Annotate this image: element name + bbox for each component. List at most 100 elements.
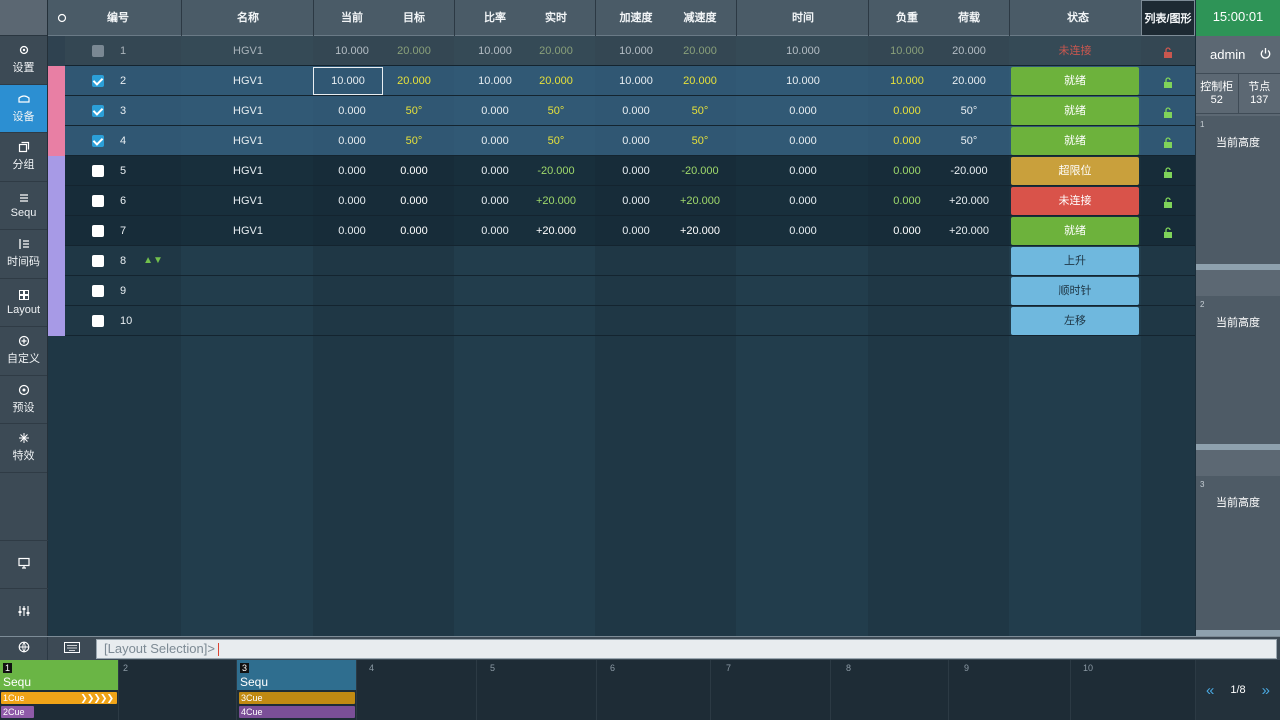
cell-current[interactable]: 10.000 [323, 36, 381, 66]
status-badge[interactable]: 就绪 [1011, 97, 1139, 125]
sidebar-item-group[interactable]: 分组 [0, 133, 47, 182]
unlocked-icon[interactable] [1163, 75, 1173, 88]
monitor-button[interactable] [0, 540, 48, 588]
row-checkbox[interactable] [92, 225, 104, 237]
row-checkbox[interactable] [92, 45, 104, 57]
height-card-number: 3 [1200, 480, 1205, 489]
cell-accel: 10.000 [619, 75, 653, 87]
table-row[interactable]: 2 HGV1 10.000 20.000 10.000 20.000 10.000 20.00… [48, 66, 1195, 96]
header-id[interactable]: 编号 [93, 0, 143, 36]
cue-item[interactable]: 2Cue [1, 706, 34, 718]
mixer-button[interactable] [0, 588, 48, 636]
header-ratio[interactable]: 比率 [466, 0, 524, 36]
status-badge[interactable]: 就绪 [1011, 217, 1139, 245]
status-badge[interactable]: 未连接 [1011, 187, 1139, 215]
prev-page-icon[interactable]: « [1206, 682, 1214, 699]
header-decel[interactable]: 减速度 [671, 0, 729, 36]
header-current[interactable]: 当前 [323, 0, 381, 36]
cue-slot-2[interactable]: 2 [119, 660, 237, 720]
header-time[interactable]: 时间 [773, 0, 833, 36]
sidebar-item-settings[interactable]: 设置 [0, 36, 47, 85]
header-status[interactable]: 状态 [1048, 0, 1108, 36]
unlocked-icon[interactable] [1163, 105, 1173, 118]
sidebar-item-effects[interactable]: 特效 [0, 424, 47, 473]
row-checkbox[interactable] [92, 105, 104, 117]
sidebar-item-layout[interactable]: Layout [0, 279, 47, 327]
cabinet-node-info: 控制柜 52 节点 137 [1196, 74, 1280, 114]
cue-slot-6[interactable]: 6 [597, 660, 711, 720]
header-payload[interactable]: 荷载 [940, 0, 998, 36]
sidebar-item-device[interactable]: 设备 [0, 84, 47, 133]
cue-slot-1[interactable]: 1 Sequ 1Cue ❯❯❯❯❯ 2Cue [0, 660, 119, 720]
sidebar-item-sequ[interactable]: Sequ [0, 182, 47, 230]
keyboard-button[interactable] [48, 637, 96, 661]
unlocked-icon[interactable] [1163, 165, 1173, 178]
table-row[interactable]: 3 HGV1 0.000 50° 0.000 50° 0.000 50° 0.000 0.000 5… [48, 96, 1195, 126]
status-badge[interactable]: 就绪 [1011, 127, 1139, 155]
header-name[interactable]: 名称 [218, 0, 278, 36]
status-badge[interactable]: 超限位 [1011, 157, 1139, 185]
status-badge[interactable]: 顺时针 [1011, 277, 1139, 305]
next-page-icon[interactable]: » [1262, 682, 1270, 699]
table-row[interactable]: 5 HGV1 0.000 0.000 0.000 -20.000 0.000 -20.000 0… [48, 156, 1195, 186]
power-icon[interactable] [1259, 47, 1272, 63]
locked-icon[interactable] [1163, 45, 1173, 58]
table-row[interactable]: 8 ▲▼ 上升 [48, 246, 1195, 276]
cue-item[interactable]: 1Cue ❯❯❯❯❯ [1, 692, 117, 704]
cue-slot-8[interactable]: 8 [831, 660, 949, 720]
command-input[interactable]: [Layout Selection]> [96, 639, 1277, 659]
table-row[interactable]: 7 HGV1 0.000 0.000 0.000 +20.000 0.000 +20.000 0… [48, 216, 1195, 246]
status-badge[interactable]: 左移 [1011, 307, 1139, 335]
height-card-2[interactable]: 2 当前高度 [1196, 296, 1280, 450]
table-row[interactable]: 9 顺时针 [48, 276, 1195, 306]
cue-item[interactable]: 3Cue [239, 692, 355, 704]
sidebar-item-timecode[interactable]: 时间码 [0, 230, 47, 279]
sidebar-item-custom[interactable]: 自定义 [0, 327, 47, 376]
header-accel[interactable]: 加速度 [607, 0, 665, 36]
cell-current[interactable]: 0.000 [323, 96, 381, 126]
cell-current[interactable]: 0.000 [323, 156, 381, 186]
height-card-number: 2 [1200, 300, 1205, 309]
status-badge[interactable]: 就绪 [1011, 67, 1139, 95]
height-card-3[interactable]: 3 当前高度 [1196, 476, 1280, 636]
cue-slot-10[interactable]: 10 [1071, 660, 1196, 720]
cue-item[interactable]: 4Cue [239, 706, 355, 718]
header-load[interactable]: 负重 [878, 0, 936, 36]
row-checkbox[interactable] [92, 195, 104, 207]
header-realtime[interactable]: 实时 [527, 0, 585, 36]
row-checkbox[interactable] [92, 285, 104, 297]
cue-label: 1Cue [3, 693, 25, 703]
cell-current[interactable]: 0.000 [323, 186, 381, 216]
unlocked-icon[interactable] [1163, 225, 1173, 238]
cue-slot-3[interactable]: 3 Sequ 3Cue 4Cue [237, 660, 357, 720]
row-checkbox[interactable] [92, 165, 104, 177]
table-row[interactable]: 6 HGV1 0.000 0.000 0.000 +20.000 0.000 +20.000 0… [48, 186, 1195, 216]
username[interactable]: admin [1210, 47, 1245, 62]
cue-slot-7[interactable]: 7 [711, 660, 831, 720]
height-card-1[interactable]: 1 当前高度 [1196, 116, 1280, 270]
row-checkbox[interactable] [92, 255, 104, 267]
row-checkbox[interactable] [92, 135, 104, 147]
unlocked-icon[interactable] [1163, 135, 1173, 148]
select-all-icon[interactable] [56, 0, 68, 36]
row-checkbox[interactable] [92, 315, 104, 327]
cell-current[interactable]: 0.000 [323, 126, 381, 156]
header-target[interactable]: 目标 [385, 0, 443, 36]
status-badge[interactable]: 未连接 [1011, 37, 1139, 65]
table-row[interactable]: 1 HGV1 10.000 20.000 10.000 20.000 10.000 20.00… [48, 36, 1195, 66]
cell-current[interactable]: 10.000 [313, 67, 383, 95]
cue-slot-4[interactable]: 4 [357, 660, 477, 720]
cue-slot-5[interactable]: 5 [477, 660, 597, 720]
row-checkbox[interactable] [92, 75, 104, 87]
globe-button[interactable] [0, 637, 48, 661]
cue-slot-9[interactable]: 9 [949, 660, 1071, 720]
cue-slot-number: 1 [3, 663, 12, 673]
unlocked-icon[interactable] [1163, 195, 1173, 208]
table-row[interactable]: 10 左移 [48, 306, 1195, 336]
cell-target: 20.000 [397, 75, 431, 87]
table-row[interactable]: 4 HGV1 0.000 50° 0.000 50° 0.000 50° 0.000 0.000 5… [48, 126, 1195, 156]
cell-current[interactable]: 0.000 [323, 216, 381, 246]
status-badge[interactable]: 上升 [1011, 247, 1139, 275]
list-graph-toggle[interactable]: 列表/图形 [1141, 0, 1195, 36]
sidebar-item-preset[interactable]: 预设 [0, 376, 47, 424]
